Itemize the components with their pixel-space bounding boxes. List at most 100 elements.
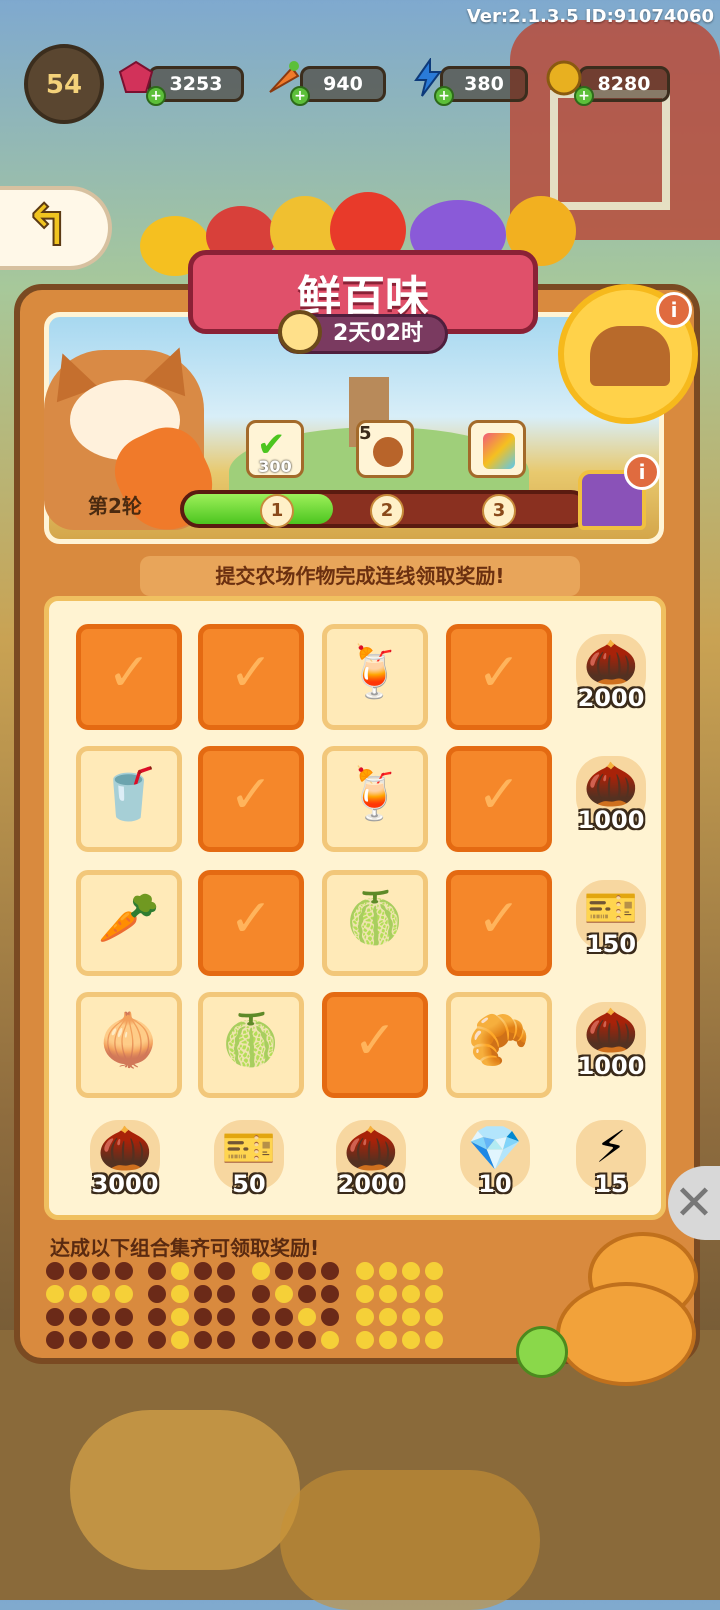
pattern-dot — [46, 1308, 64, 1326]
crop-cell[interactable]: 🥕 — [76, 870, 182, 976]
green-apple-decoration — [516, 1326, 568, 1378]
pattern-dot — [194, 1308, 212, 1326]
column-reward[interactable]: 🌰 2000 — [326, 1116, 416, 1206]
milestone-1-amount: 300 — [258, 457, 292, 476]
pattern-dot — [402, 1308, 420, 1326]
progress-step-2: 2 — [370, 494, 404, 528]
column-reward[interactable]: 🎫 50 — [204, 1116, 294, 1206]
baked-tray-icon: 🥐 — [467, 1011, 531, 1069]
close-icon: ✕ — [673, 1175, 715, 1231]
pattern-dot — [194, 1285, 212, 1303]
pattern-dot — [252, 1285, 270, 1303]
completed-cell[interactable] — [198, 870, 304, 976]
hay-bale — [70, 1410, 300, 1570]
progress-step-3: 3 — [482, 494, 516, 528]
row-reward[interactable]: 🎫 150 — [566, 876, 656, 966]
completed-cell[interactable] — [198, 624, 304, 730]
pattern-dot — [148, 1262, 166, 1280]
column-reward[interactable]: 💎 10 — [450, 1116, 540, 1206]
progress-step-1: 1 — [260, 494, 294, 528]
crop-cell[interactable]: 🍹 — [322, 746, 428, 852]
row-reward[interactable]: 🌰 1000 — [566, 998, 656, 1088]
sunflower-seed-icon: 🌰 — [583, 637, 639, 688]
crop-cell[interactable]: 🍈 — [198, 992, 304, 1098]
add-energy-button[interactable]: + — [434, 86, 454, 106]
pattern-dot — [171, 1262, 189, 1280]
pattern-dot — [171, 1308, 189, 1326]
pattern-dot — [321, 1285, 339, 1303]
lemonade-icon: 🍹 — [343, 765, 407, 823]
milestone-1-reward[interactable]: ✔ 300 — [246, 420, 304, 478]
pattern-dot — [425, 1285, 443, 1303]
pattern-dot — [275, 1285, 293, 1303]
instruction-text: 提交农场作物完成连线领取奖励! — [140, 556, 580, 596]
pattern-dot — [194, 1331, 212, 1349]
reward-amount: 3000 — [91, 1170, 159, 1198]
energy-icon: ⚡ — [595, 1122, 627, 1173]
crop-cell[interactable]: 🍈 — [322, 870, 428, 976]
pattern-dot — [356, 1262, 374, 1280]
milestone-2-reward[interactable]: 5 — [356, 420, 414, 478]
add-carrot-button[interactable]: + — [290, 86, 310, 106]
pattern-dot — [69, 1285, 87, 1303]
gem-cluster-icon: 💎 — [467, 1123, 523, 1174]
crop-cell[interactable]: 🍹 — [322, 624, 428, 730]
pattern-dot — [46, 1331, 64, 1349]
pattern-dot — [69, 1331, 87, 1349]
row-reward[interactable]: 🌰 1000 — [566, 752, 656, 842]
crop-cell[interactable]: 🥐 — [446, 992, 552, 1098]
pattern-dot — [402, 1285, 420, 1303]
reward-amount: 2000 — [577, 684, 645, 712]
column-reward[interactable]: ⚡ 15 — [566, 1116, 656, 1206]
pattern-dot — [356, 1285, 374, 1303]
pattern-dot — [379, 1285, 397, 1303]
add-coin-button[interactable]: + — [574, 86, 594, 106]
card-pack-icon — [483, 433, 515, 469]
energy-count: 380 — [464, 73, 504, 95]
carrot-counter[interactable]: 940 — [300, 66, 386, 102]
sunflower-seeds-icon: 🌰 — [97, 1123, 153, 1174]
crop-cell[interactable]: 🥤 — [76, 746, 182, 852]
player-level-badge[interactable]: 54 — [24, 44, 104, 124]
pattern-dot — [69, 1308, 87, 1326]
pattern-dot — [252, 1308, 270, 1326]
clock-icon — [278, 310, 322, 354]
row-reward[interactable]: 🌰 2000 — [566, 630, 656, 720]
pattern-dot — [171, 1285, 189, 1303]
pattern-dot — [115, 1308, 133, 1326]
completed-cell[interactable] — [446, 746, 552, 852]
pattern-dot — [69, 1262, 87, 1280]
coin-count: 8280 — [597, 73, 651, 95]
completed-cell[interactable] — [446, 624, 552, 730]
combo-hint-text: 达成以下组合集齐可领取奖励! — [50, 1236, 320, 1260]
pattern-dot — [298, 1285, 316, 1303]
completed-cell[interactable] — [446, 870, 552, 976]
close-button[interactable]: ✕ — [668, 1166, 720, 1240]
ticket-icon: 🎫 — [221, 1123, 277, 1174]
pattern-dot — [92, 1331, 110, 1349]
reward-amount: 1000 — [577, 1052, 645, 1080]
completed-cell[interactable] — [76, 624, 182, 730]
completed-cell[interactable] — [198, 746, 304, 852]
sunflower-seed-icon: 🌰 — [583, 759, 639, 810]
info-icon[interactable]: i — [656, 292, 692, 328]
sunflower-seed-icon: 🌰 — [583, 1005, 639, 1056]
milestone-3-reward[interactable] — [468, 420, 526, 478]
pattern-dot — [321, 1331, 339, 1349]
radish-icon: 🥕 — [97, 889, 161, 947]
pattern-dot — [275, 1262, 293, 1280]
pattern-dot — [217, 1285, 235, 1303]
add-gem-button[interactable]: + — [146, 86, 166, 106]
reward-amount: 150 — [585, 930, 637, 958]
crop-cell[interactable]: 🧅 — [76, 992, 182, 1098]
column-reward[interactable]: 🌰 3000 — [80, 1116, 170, 1206]
back-arrow-icon: ↰ — [23, 193, 72, 260]
progress-fill — [184, 494, 333, 524]
reward-amount: 2000 — [337, 1170, 405, 1198]
completed-cell[interactable] — [322, 992, 428, 1098]
pattern-dot — [321, 1262, 339, 1280]
info-icon[interactable]: i — [624, 454, 660, 490]
carrot-count: 940 — [323, 73, 363, 95]
pattern-dot — [379, 1262, 397, 1280]
back-button[interactable]: ↰ — [0, 186, 112, 270]
